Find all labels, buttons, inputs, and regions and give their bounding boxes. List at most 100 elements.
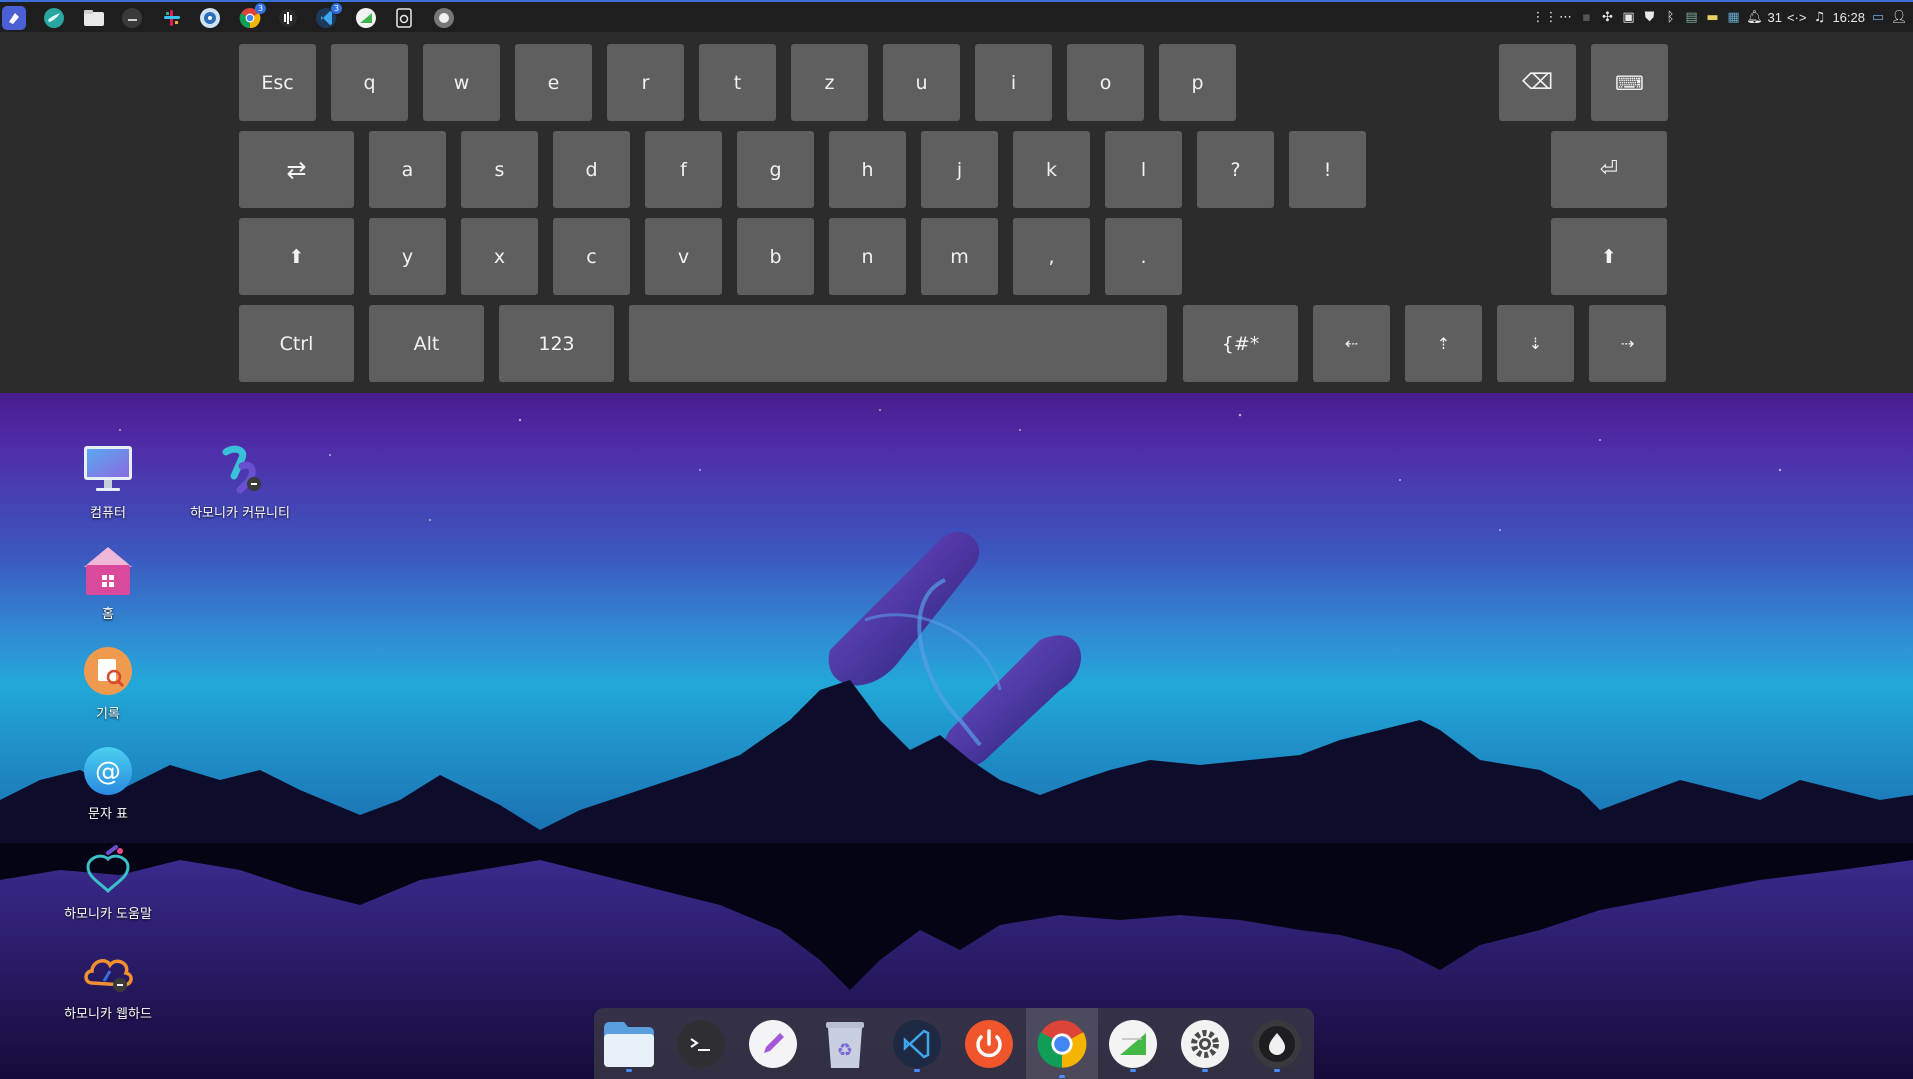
- clock[interactable]: 16:28: [1832, 10, 1865, 25]
- desktop-icon-home[interactable]: 홈: [53, 543, 163, 622]
- key-u[interactable]: u: [883, 44, 960, 121]
- more-icon[interactable]: ⋯: [1557, 9, 1573, 25]
- key-shift-right[interactable]: ⬆: [1551, 218, 1667, 295]
- slack-icon[interactable]: [160, 6, 184, 30]
- app-grid-icon[interactable]: ⋮⋮: [1531, 9, 1557, 25]
- music-icon[interactable]: ♫: [1811, 9, 1827, 25]
- key-e[interactable]: e: [515, 44, 592, 121]
- desktop-icon-label: 하모니카 웹하드: [64, 1007, 152, 1022]
- key-r[interactable]: r: [607, 44, 684, 121]
- bluetooth-icon[interactable]: ᛒ: [1662, 9, 1678, 25]
- key-question[interactable]: ?: [1197, 131, 1274, 208]
- key-t[interactable]: t: [699, 44, 776, 121]
- key-space[interactable]: [629, 305, 1167, 382]
- desktop-icon-harmonica-community[interactable]: 하모니카 커뮤니티: [185, 442, 295, 521]
- vscode-badge: 3: [331, 3, 342, 14]
- trash-dock-icon[interactable]: ♻: [816, 1015, 874, 1073]
- record-dock-icon[interactable]: [1248, 1015, 1306, 1073]
- desktop-icon-help[interactable]: 하모니카 도움말: [53, 843, 163, 922]
- key-i[interactable]: i: [975, 44, 1052, 121]
- running-indicator: [1274, 1069, 1280, 1072]
- key-arrow-left[interactable]: ⇠: [1313, 305, 1390, 382]
- whiteboard-dock-icon[interactable]: [1104, 1015, 1162, 1073]
- screenshot-icon[interactable]: ▦: [1725, 9, 1741, 25]
- key-shift-left[interactable]: ⬆: [239, 218, 354, 295]
- key-j[interactable]: j: [921, 131, 998, 208]
- file-manager-icon[interactable]: [82, 6, 106, 30]
- desktop-icon-label: 컴퓨터: [90, 506, 126, 521]
- record-app-icon[interactable]: [432, 6, 456, 30]
- key-z[interactable]: z: [791, 44, 868, 121]
- calendar-date[interactable]: 31: [1767, 10, 1781, 25]
- chrome-icon[interactable]: 3: [238, 3, 266, 30]
- desktop-icon-history[interactable]: 기록: [53, 643, 163, 722]
- key-g[interactable]: g: [737, 131, 814, 208]
- key-numbers[interactable]: 123: [499, 305, 614, 382]
- notes-icon[interactable]: ▬: [1704, 9, 1720, 25]
- harmonica-launcher-icon[interactable]: [2, 6, 26, 30]
- key-x[interactable]: x: [461, 218, 538, 295]
- user-icon[interactable]: 👤︎: [1891, 9, 1908, 25]
- voice-app-icon[interactable]: [276, 6, 300, 30]
- files-dock-icon[interactable]: [600, 1015, 658, 1073]
- puzzle-icon[interactable]: ✣: [1599, 9, 1615, 25]
- key-q[interactable]: q: [331, 44, 408, 121]
- webhard-icon: [80, 943, 136, 999]
- swallow-bird-app-icon[interactable]: [42, 6, 66, 30]
- key-v[interactable]: v: [645, 218, 722, 295]
- key-m[interactable]: m: [921, 218, 998, 295]
- desktop-icon-label: 하모니카 커뮤니티: [190, 506, 290, 521]
- key-esc[interactable]: Esc: [239, 44, 316, 121]
- notification-icon[interactable]: 🔔︎: [1746, 9, 1763, 25]
- vscode-icon[interactable]: 3: [314, 3, 342, 30]
- display-icon[interactable]: ▭: [1870, 9, 1886, 25]
- power-dock-icon[interactable]: [960, 1015, 1018, 1073]
- monitor-icon[interactable]: ▤: [1683, 9, 1699, 25]
- desktop-icon-webhard[interactable]: 하모니카 웹하드: [53, 943, 163, 1022]
- key-h[interactable]: h: [829, 131, 906, 208]
- key-d[interactable]: d: [553, 131, 630, 208]
- network-indicator[interactable]: <·>: [1787, 10, 1807, 25]
- key-ctrl[interactable]: Ctrl: [239, 305, 354, 382]
- clipboard-icon[interactable]: ▣: [1620, 9, 1636, 25]
- key-backspace[interactable]: ⌫: [1499, 44, 1576, 121]
- chrome-dock-icon[interactable]: [1026, 1008, 1098, 1079]
- key-l[interactable]: l: [1105, 131, 1182, 208]
- key-f[interactable]: f: [645, 131, 722, 208]
- key-arrow-down[interactable]: ⇣: [1497, 305, 1574, 382]
- key-o[interactable]: o: [1067, 44, 1144, 121]
- key-symbols[interactable]: {#*: [1183, 305, 1298, 382]
- key-y[interactable]: y: [369, 218, 446, 295]
- shield-icon[interactable]: ⛊: [1641, 9, 1657, 25]
- key-c[interactable]: c: [553, 218, 630, 295]
- history-icon: [80, 643, 136, 699]
- desktop-icon-character-map[interactable]: @ 문자 표: [53, 743, 163, 822]
- key-comma[interactable]: ,: [1013, 218, 1090, 295]
- key-arrow-up[interactable]: ⇡: [1405, 305, 1482, 382]
- key-k[interactable]: k: [1013, 131, 1090, 208]
- key-alt[interactable]: Alt: [369, 305, 484, 382]
- disk-app-icon[interactable]: [198, 6, 222, 30]
- settings-dock-icon[interactable]: [1176, 1015, 1234, 1073]
- key-a[interactable]: a: [369, 131, 446, 208]
- key-b[interactable]: b: [737, 218, 814, 295]
- key-arrow-right[interactable]: ⇢: [1589, 305, 1666, 382]
- key-w[interactable]: w: [423, 44, 500, 121]
- key-layout-switch[interactable]: ⇄: [239, 131, 354, 208]
- desktop-icon-label: 홈: [102, 607, 114, 622]
- text-editor-dock-icon[interactable]: [744, 1015, 802, 1073]
- key-n[interactable]: n: [829, 218, 906, 295]
- terminal-dock-icon[interactable]: [672, 1015, 730, 1073]
- key-hide-keyboard[interactable]: ⌨: [1591, 44, 1668, 121]
- dim-icon[interactable]: ▪: [1578, 9, 1594, 25]
- desktop-icon-computer[interactable]: 컴퓨터: [53, 442, 163, 521]
- whiteboard-app-icon[interactable]: [354, 6, 378, 30]
- settings-doc-icon[interactable]: [392, 6, 416, 30]
- key-enter[interactable]: ⏎: [1551, 131, 1667, 208]
- key-exclamation[interactable]: !: [1289, 131, 1366, 208]
- vscode-dock-icon[interactable]: [888, 1015, 946, 1073]
- key-s[interactable]: s: [461, 131, 538, 208]
- terminal-icon[interactable]: [120, 6, 144, 30]
- key-p[interactable]: p: [1159, 44, 1236, 121]
- key-period[interactable]: .: [1105, 218, 1182, 295]
